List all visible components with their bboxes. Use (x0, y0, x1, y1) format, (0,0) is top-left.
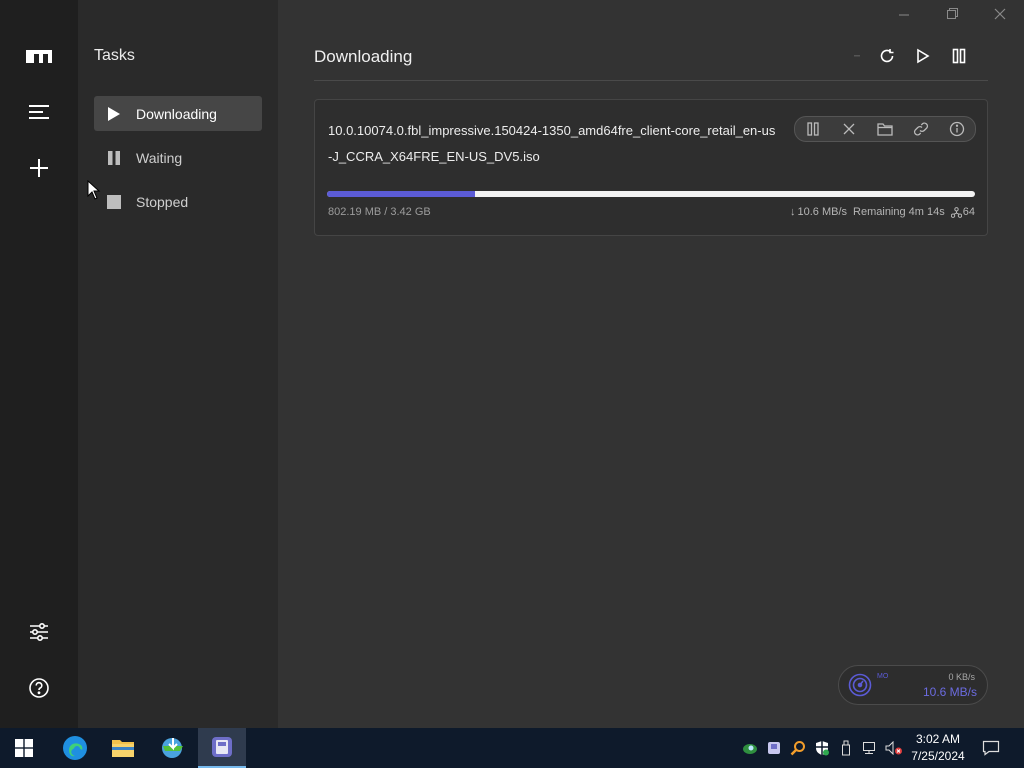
download-speed: 10.6 MB/s (922, 685, 977, 699)
task-size: 802.19 MB / 3.42 GB (328, 206, 431, 218)
sidebar-item-label: Stopped (136, 193, 189, 210)
sidebar-item-label: Downloading (136, 105, 217, 122)
pause-icon (106, 150, 122, 166)
speedometer-icon (848, 673, 872, 697)
play-icon (106, 106, 122, 122)
clock-time: 3:02 AM (915, 732, 961, 746)
edge-icon[interactable] (51, 728, 99, 768)
delete-icon[interactable] (839, 119, 859, 139)
sidebar-item-waiting[interactable]: Waiting (94, 140, 262, 175)
motrix-logo-icon[interactable] (24, 41, 54, 71)
notification-icon[interactable] (968, 728, 1014, 768)
defender-icon[interactable] (810, 728, 834, 768)
idm-icon[interactable] (149, 728, 197, 768)
folder-icon[interactable] (875, 119, 895, 139)
help-circle-icon[interactable] (24, 673, 54, 703)
task-progress-bar (327, 191, 975, 197)
windows-taskbar: 3:02 AM 7/25/2024 (0, 728, 1024, 768)
disabled-action-icon (852, 45, 862, 67)
search-tray-icon[interactable] (786, 728, 810, 768)
system-tray (738, 728, 906, 768)
file-explorer-icon[interactable] (99, 728, 147, 768)
taskbar-clock[interactable]: 3:02 AM 7/25/2024 (904, 731, 972, 765)
mouse-cursor-icon (87, 179, 101, 200)
sidebar-item-stopped[interactable]: Stopped (94, 184, 262, 219)
usb-icon[interactable] (834, 728, 858, 768)
clock-date: 7/25/2024 (911, 749, 965, 763)
speed-meter-label: MO (877, 673, 889, 680)
main-panel: Downloading 10.0.10074.0.fbl_impressive.… (278, 0, 1024, 728)
task-remaining: Remaining 4m 14s (853, 206, 945, 218)
upload-speed: 0 KB/s (948, 672, 975, 682)
page-title: Downloading (314, 47, 413, 66)
motrix-icon[interactable] (198, 728, 246, 768)
header-actions (852, 45, 970, 67)
info-icon[interactable] (947, 119, 967, 139)
close-icon[interactable] (989, 4, 1011, 24)
minimize-icon[interactable] (893, 4, 915, 24)
app-icon-bar (0, 0, 78, 728)
task-speed: 10.6 MB/s (797, 206, 848, 218)
stop-icon (106, 194, 122, 210)
refresh-icon[interactable] (876, 45, 898, 67)
pause-all-icon[interactable] (948, 45, 970, 67)
network-eye-icon[interactable] (738, 728, 762, 768)
maximize-icon[interactable] (941, 4, 963, 24)
sidebar-item-label: Waiting (136, 149, 183, 166)
sliders-icon[interactable] (24, 617, 54, 647)
task-filename: 10.0.10074.0.fbl_impressive.150424-1350_… (328, 123, 776, 164)
plus-icon[interactable] (24, 153, 54, 183)
download-arrow-icon: ↓ (790, 206, 796, 218)
volume-muted-icon[interactable] (882, 728, 906, 768)
hamburger-menu-icon[interactable] (24, 97, 54, 127)
header-divider (314, 80, 988, 81)
network-icon[interactable] (858, 728, 882, 768)
connections-icon (950, 206, 962, 218)
speed-meter[interactable]: MO 0 KB/s 10.6 MB/s (838, 665, 988, 705)
task-progress-fill (327, 191, 476, 197)
sidebar-title: Tasks (94, 47, 135, 64)
task-connections: 64 (962, 206, 975, 218)
task-item[interactable]: 10.0.10074.0.fbl_impressive.150424-1350_… (314, 99, 988, 236)
sidebar-item-downloading[interactable]: Downloading (94, 96, 262, 131)
windows-start-icon[interactable] (0, 728, 48, 768)
pause-icon[interactable] (803, 119, 823, 139)
link-icon[interactable] (911, 119, 931, 139)
task-stats: ↓ 10.6 MB/s Remaining 4m 14s 64 (784, 206, 975, 218)
task-actions (794, 116, 976, 142)
tasks-sidebar: Tasks Downloading Waiting Stopped (78, 0, 278, 728)
app-tray-icon[interactable] (762, 728, 786, 768)
resume-all-icon[interactable] (912, 45, 934, 67)
